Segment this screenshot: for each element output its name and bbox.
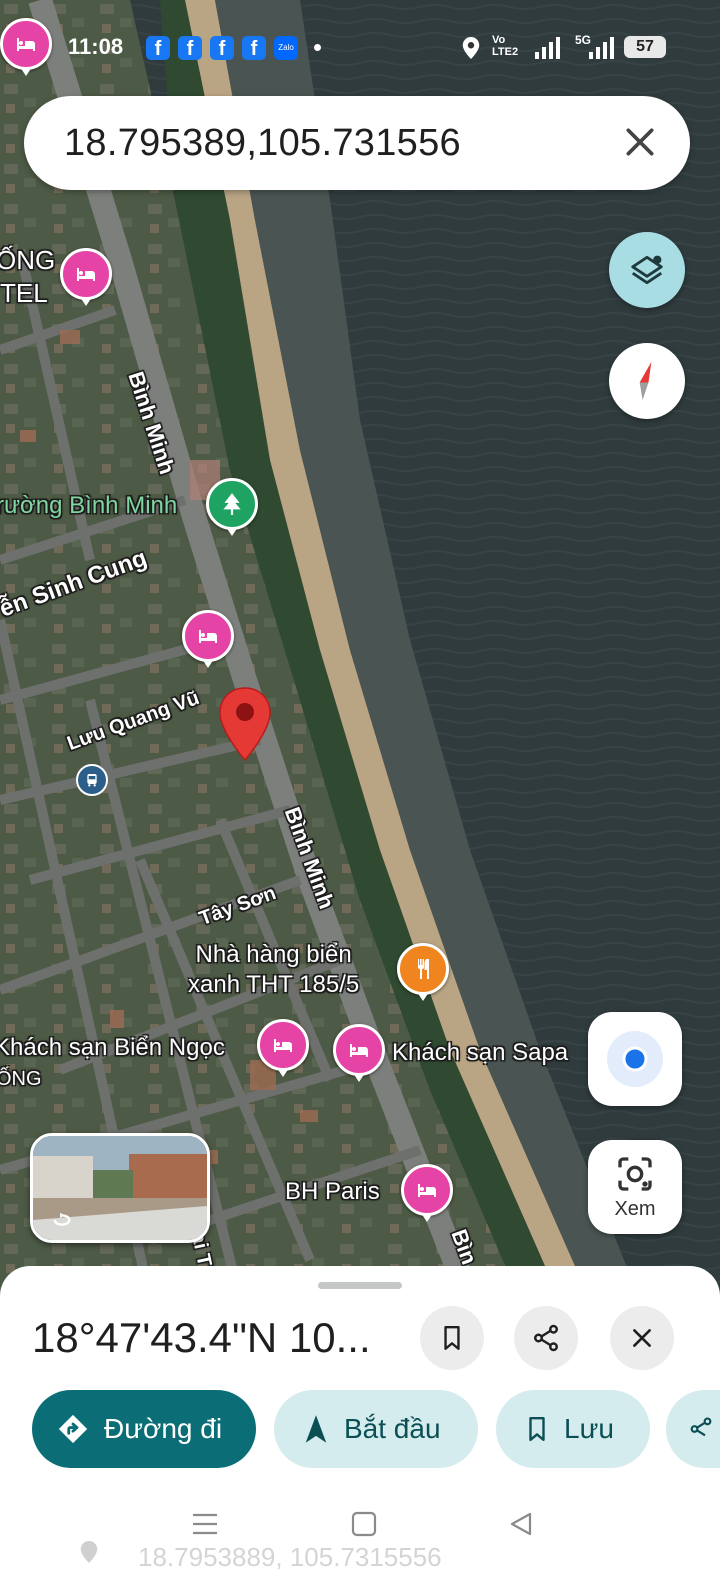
directions-icon <box>58 1414 88 1444</box>
square-icon[interactable] <box>351 1511 377 1537</box>
close-sheet-button[interactable] <box>610 1306 674 1370</box>
start-chip-label: Bắt đầu <box>344 1413 441 1444</box>
place-title-coordinates: 18°47'43.4"N 10... <box>32 1314 371 1361</box>
my-location-button[interactable] <box>588 1012 682 1106</box>
share-icon <box>534 1324 558 1352</box>
bus-stop-marker[interactable] <box>76 764 108 796</box>
compass-button[interactable] <box>609 343 685 419</box>
lens-label: Xem <box>614 1198 656 1220</box>
save-bookmark-button[interactable] <box>420 1306 484 1370</box>
facebook-notification-icon: f <box>210 36 234 60</box>
dropped-pin-marker[interactable] <box>218 686 272 762</box>
close-icon <box>633 1329 651 1347</box>
map-label-ong: ỐNG <box>0 245 56 275</box>
my-location-icon <box>607 1031 663 1087</box>
layers-button[interactable] <box>609 232 685 308</box>
camera-lens-icon <box>618 1157 652 1191</box>
hotel-bien-ngoc-sub-label: ỐNG <box>0 1068 42 1090</box>
volte-lte: LTE2 <box>492 46 519 58</box>
bed-icon <box>418 1184 436 1197</box>
sheet-drag-handle[interactable] <box>318 1282 402 1289</box>
share-chip[interactable] <box>666 1390 720 1468</box>
navigation-arrow-icon <box>305 1415 327 1443</box>
fork-knife-icon <box>418 959 429 979</box>
rotate-360-icon <box>53 1212 71 1226</box>
save-chip-label: Lưu <box>564 1413 614 1444</box>
hotel-bh-paris-label: BH Paris <box>285 1178 380 1205</box>
hotel-bien-ngoc-pin[interactable] <box>257 1019 309 1077</box>
bed-icon <box>77 268 95 281</box>
restaurant-label-line1: Nhà hàng biển <box>195 941 352 968</box>
park-label: rường Bình Minh <box>0 492 178 519</box>
compass-icon <box>639 361 652 401</box>
bookmark-icon <box>444 1326 460 1350</box>
park-pin[interactable] <box>206 478 258 536</box>
bookmark-icon <box>529 1416 545 1442</box>
status-time: 11:08 <box>68 34 124 59</box>
search-bar[interactable]: 18.795389,105.731556 <box>24 96 690 190</box>
map-label-tel: TEL <box>0 278 48 308</box>
system-navigation-bar <box>0 1496 720 1582</box>
hotel-bien-ngoc-label: Khách sạn Biển Ngọc <box>0 1034 225 1061</box>
share-icon <box>690 1417 712 1437</box>
more-notifications-dot <box>314 44 321 51</box>
hotel-bh-paris-pin[interactable] <box>401 1164 453 1222</box>
bed-icon <box>199 630 217 643</box>
volte-label: Vo LTE2 <box>492 34 518 58</box>
battery-icon: 57 <box>624 36 666 58</box>
facebook-notification-icon: f <box>146 36 170 60</box>
bed-icon <box>350 1044 368 1057</box>
bus-icon <box>87 774 97 787</box>
restaurant-label: Nhà hàng biển xanh THT 185/5 <box>188 940 359 1000</box>
restaurant-pin[interactable] <box>397 943 449 1001</box>
battery-level: 57 <box>636 38 654 55</box>
search-query[interactable]: 18.795389,105.731556 <box>64 122 461 165</box>
signal-icon-2 <box>589 37 614 59</box>
tree-icon <box>223 493 241 515</box>
save-chip[interactable]: Lưu <box>496 1390 650 1468</box>
bed-icon <box>274 1039 292 1052</box>
directions-chip-label: Đường đi <box>104 1413 223 1444</box>
volte-vo: Vo <box>492 34 506 46</box>
clear-search-icon[interactable] <box>620 122 660 162</box>
hotel-pin-ong[interactable] <box>60 248 112 306</box>
location-status-icon <box>462 37 480 59</box>
facebook-notification-icon: f <box>178 36 202 60</box>
status-bar: 11:08 f f f f Zalo Vo LTE2 5G 57 <box>0 0 720 90</box>
zalo-notification-icon: Zalo <box>274 36 298 60</box>
street-view-thumbnail[interactable] <box>30 1133 210 1243</box>
signal-icon <box>535 37 560 59</box>
lens-view-button[interactable]: Xem <box>588 1140 682 1234</box>
hotel-sapa-pin[interactable] <box>333 1024 385 1082</box>
hotel-sapa-label: Khách sạn Sapa <box>392 1039 569 1066</box>
facebook-notification-icon: f <box>242 36 266 60</box>
directions-chip[interactable]: Đường đi <box>32 1390 256 1468</box>
start-navigation-chip[interactable]: Bắt đầu <box>274 1390 478 1468</box>
menu-icon[interactable] <box>190 1511 220 1537</box>
back-icon[interactable] <box>508 1511 534 1537</box>
layers-icon <box>631 255 663 285</box>
restaurant-label-line2: xanh THT 185/5 <box>188 971 360 998</box>
hotel-pin-mid[interactable] <box>182 610 234 668</box>
share-button[interactable] <box>514 1306 578 1370</box>
